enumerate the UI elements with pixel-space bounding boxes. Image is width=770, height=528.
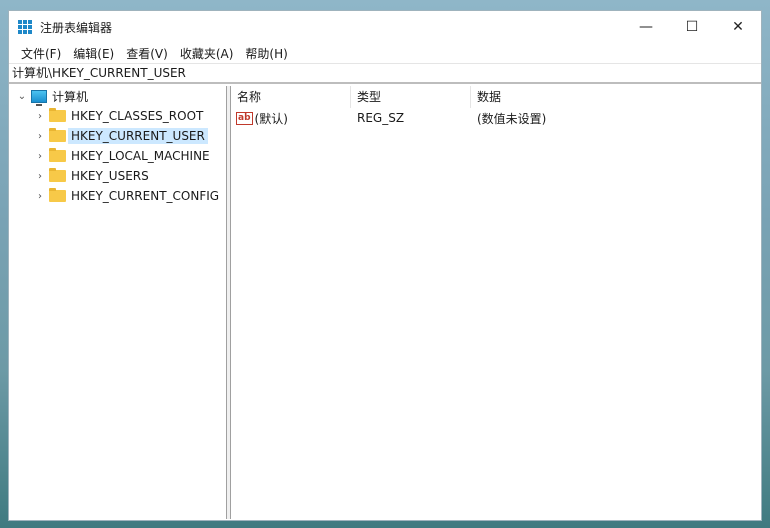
title-bar: 注册表编辑器 — ☐ ✕	[9, 11, 761, 43]
list-header: 名称 类型 数据	[231, 85, 761, 108]
maximize-button[interactable]: ☐	[669, 11, 715, 43]
menu-edit[interactable]: 编辑(E)	[67, 45, 120, 62]
tree-label: HKEY_CLASSES_ROOT	[71, 109, 204, 123]
chevron-right-icon[interactable]: ›	[33, 171, 47, 182]
column-header-name[interactable]: 名称	[231, 85, 351, 108]
registry-editor-window: 注册表编辑器 — ☐ ✕ 文件(F) 编辑(E) 查看(V) 收藏夹(A) 帮助…	[8, 10, 762, 521]
menu-file[interactable]: 文件(F)	[15, 45, 67, 62]
chevron-right-icon[interactable]: ›	[33, 151, 47, 162]
window-title: 注册表编辑器	[40, 20, 113, 35]
folder-icon	[49, 128, 66, 142]
folder-icon	[49, 108, 66, 122]
value-list[interactable]: 名称 类型 数据 ab (默认) REG_SZ (数值未设置)	[231, 85, 761, 519]
value-name: (默认)	[254, 111, 288, 126]
tree-label: 计算机	[52, 89, 89, 104]
close-button[interactable]: ✕	[715, 11, 761, 43]
list-row[interactable]: ab (默认) REG_SZ (数值未设置)	[231, 108, 761, 128]
tree-label: HKEY_USERS	[71, 169, 149, 183]
address-bar[interactable]: 计算机\HKEY_CURRENT_USER	[9, 63, 761, 84]
registry-editor-icon	[18, 20, 32, 34]
tree-item-hkey-current-config[interactable]: › HKEY_CURRENT_CONFIG	[10, 186, 226, 206]
chevron-right-icon[interactable]: ›	[33, 111, 47, 122]
folder-icon	[49, 168, 66, 182]
chevron-right-icon[interactable]: ›	[33, 131, 47, 142]
folder-icon	[49, 148, 66, 162]
menu-help[interactable]: 帮助(H)	[239, 45, 293, 62]
computer-icon	[31, 89, 47, 106]
key-tree[interactable]: ⌄ 计算机 › HKEY_CLASSES_ROOT › HKEY_CURRENT…	[10, 86, 227, 519]
menu-view[interactable]: 查看(V)	[120, 45, 174, 62]
folder-icon	[49, 188, 66, 202]
tree-label: HKEY_LOCAL_MACHINE	[71, 149, 210, 163]
tree-label: HKEY_CURRENT_CONFIG	[71, 189, 220, 203]
value-data: (数值未设置)	[477, 111, 547, 126]
minimize-button[interactable]: —	[623, 11, 669, 43]
menu-bar: 文件(F) 编辑(E) 查看(V) 收藏夹(A) 帮助(H)	[9, 43, 761, 63]
tree-item-hkey-users[interactable]: › HKEY_USERS	[10, 166, 226, 186]
tree-label-selected: HKEY_CURRENT_USER	[68, 128, 208, 144]
tree-root-computer[interactable]: ⌄ 计算机	[10, 86, 226, 106]
column-header-data[interactable]: 数据	[471, 86, 651, 108]
tree-item-hkey-classes-root[interactable]: › HKEY_CLASSES_ROOT	[10, 106, 226, 126]
chevron-right-icon[interactable]: ›	[33, 191, 47, 202]
string-value-icon: ab	[236, 111, 253, 125]
tree-item-hkey-local-machine[interactable]: › HKEY_LOCAL_MACHINE	[10, 146, 226, 166]
column-header-type[interactable]: 类型	[351, 85, 471, 108]
value-type: REG_SZ	[357, 111, 405, 125]
menu-favorites[interactable]: 收藏夹(A)	[174, 45, 240, 62]
tree-item-hkey-current-user[interactable]: › HKEY_CURRENT_USER	[10, 126, 226, 146]
chevron-down-icon[interactable]: ⌄	[15, 91, 29, 102]
